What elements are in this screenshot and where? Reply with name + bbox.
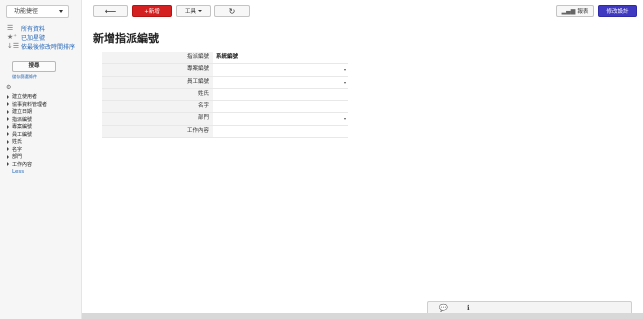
info-icon[interactable]: ℹ (467, 304, 470, 312)
employee-no-label: 員工編號 (102, 76, 213, 88)
form-row-last-name: 姓氏 (102, 88, 348, 102)
expand-arrow-icon (7, 94, 9, 99)
form-row-department: 部門 (102, 113, 348, 126)
report-button[interactable]: ▂▄▆ 報表 (556, 5, 594, 17)
gear-icon[interactable]: ⚙ (6, 84, 11, 91)
form-row-project-no: 專案編號 (102, 64, 348, 77)
expand-arrow-icon (7, 102, 9, 107)
field-item-label: 建立使用者 (12, 94, 38, 101)
save-filter-link[interactable]: 儲存篩選條件 (12, 74, 37, 80)
expand-arrow-icon (7, 124, 9, 129)
work-content-label: 工作內容 (102, 125, 213, 138)
field-item[interactable]: 建立使用者 (7, 93, 47, 101)
expand-arrow-icon (7, 132, 9, 137)
department-label: 部門 (102, 113, 213, 125)
nav-sort-by-modified-label: 依最後修改時間排序 (21, 43, 76, 51)
field-item[interactable]: 姓氏 (7, 138, 47, 146)
nav-all-records-label: 所有資料 (21, 25, 46, 33)
nav-starred[interactable]: ★⁺ 已加星號 (7, 33, 46, 42)
page-title: 新增指派編號 (93, 32, 159, 45)
field-item[interactable]: 專案編號 (7, 123, 47, 131)
field-item-label: 協事資料管理者 (12, 101, 48, 108)
chevron-down-icon (344, 69, 346, 72)
assign-no-value: 系統編號 (216, 54, 239, 60)
shortcut-dropdown-label: 功能捷徑 (14, 8, 39, 15)
tools-button-label: 工具 (184, 9, 196, 15)
search-button-label: 搜尋 (28, 63, 40, 69)
star-icon: ★⁺ (7, 33, 17, 41)
department-select[interactable] (213, 113, 348, 124)
field-item-label: 名字 (12, 146, 23, 153)
expand-arrow-icon (7, 117, 9, 122)
field-item-label: 指派編號 (12, 116, 33, 123)
new-button[interactable]: +新增 (132, 5, 172, 17)
horizontal-scrollbar[interactable] (82, 313, 643, 319)
form-row-first-name: 名字 (102, 101, 348, 114)
field-item-label: 工作內容 (12, 161, 33, 168)
arrow-left-icon: ⟵ (104, 6, 117, 16)
form-row-employee-no: 員工編號 (102, 76, 348, 89)
project-no-select[interactable] (213, 64, 348, 75)
expand-arrow-icon (7, 154, 9, 159)
field-item[interactable]: 協事資料管理者 (7, 101, 47, 109)
sidebar: 功能捷徑 ☰ 所有資料 ★⁺ 已加星號 ↓☰ 依最後修改時間排序 搜尋 儲存篩選… (0, 0, 82, 319)
chevron-down-icon (344, 118, 346, 121)
work-content-field[interactable] (213, 126, 348, 137)
field-item-label: 姓氏 (12, 139, 23, 146)
first-name-label: 名字 (102, 101, 213, 113)
comment-icon[interactable]: 💬 (439, 304, 448, 312)
field-item-label: 建立日期 (12, 109, 33, 116)
project-no-label: 專案編號 (102, 64, 213, 76)
field-item-label: 員工編號 (12, 131, 33, 138)
edit-design-button-label: 修改設計 (606, 9, 629, 15)
expand-arrow-icon (7, 162, 9, 167)
report-button-label: 報表 (577, 9, 589, 15)
field-item[interactable]: 指派編號 (7, 116, 47, 124)
edit-design-button[interactable]: 修改設計 (598, 5, 637, 17)
sort-icon: ↓☰ (7, 42, 20, 50)
form-row-assign-no: 指派編號 系統編號 (102, 52, 348, 65)
field-item[interactable]: 建立日期 (7, 108, 47, 116)
refresh-icon: ↻ (228, 6, 236, 16)
tools-button[interactable]: 工具 (176, 5, 211, 17)
form-row-work-content: 工作內容 (102, 125, 348, 139)
chevron-down-icon (344, 81, 346, 84)
new-button-label: +新增 (144, 9, 160, 15)
field-item[interactable]: 名字 (7, 146, 47, 154)
search-button[interactable]: 搜尋 (12, 61, 56, 72)
refresh-button[interactable]: ↻ (214, 5, 250, 17)
list-icon: ☰ (7, 24, 14, 32)
employee-no-select[interactable] (213, 77, 348, 88)
field-item-label: 專案編號 (12, 124, 33, 131)
shortcut-dropdown[interactable]: 功能捷徑 (6, 5, 69, 18)
back-button[interactable]: ⟵ (93, 5, 128, 17)
last-name-field[interactable] (213, 89, 348, 100)
nav-starred-label: 已加星號 (21, 34, 46, 42)
field-item[interactable]: 部門 (7, 153, 47, 161)
nav-sort-by-modified[interactable]: ↓☰ 依最後修改時間排序 (7, 42, 76, 51)
expand-arrow-icon (7, 147, 9, 152)
less-link[interactable]: Less (12, 169, 47, 175)
field-item-label: 部門 (12, 154, 23, 161)
chevron-down-icon (59, 10, 63, 13)
bar-chart-icon: ▂▄▆ (561, 7, 576, 15)
first-name-field[interactable] (213, 101, 348, 112)
field-list: 建立使用者 協事資料管理者 建立日期 指派編號 專案編號 員工編號 姓氏 名字 … (7, 93, 47, 175)
chevron-down-icon (198, 10, 202, 12)
field-item[interactable]: 工作內容 (7, 161, 47, 169)
expand-arrow-icon (7, 109, 9, 114)
last-name-label: 姓氏 (102, 88, 213, 101)
record-form: 指派編號 系統編號 專案編號 員工編號 姓氏 名字 部門 工作內容 (102, 52, 348, 139)
field-item[interactable]: 員工編號 (7, 131, 47, 139)
nav-all-records[interactable]: ☰ 所有資料 (7, 24, 46, 33)
assign-no-label: 指派編號 (102, 52, 213, 64)
expand-arrow-icon (7, 139, 9, 144)
